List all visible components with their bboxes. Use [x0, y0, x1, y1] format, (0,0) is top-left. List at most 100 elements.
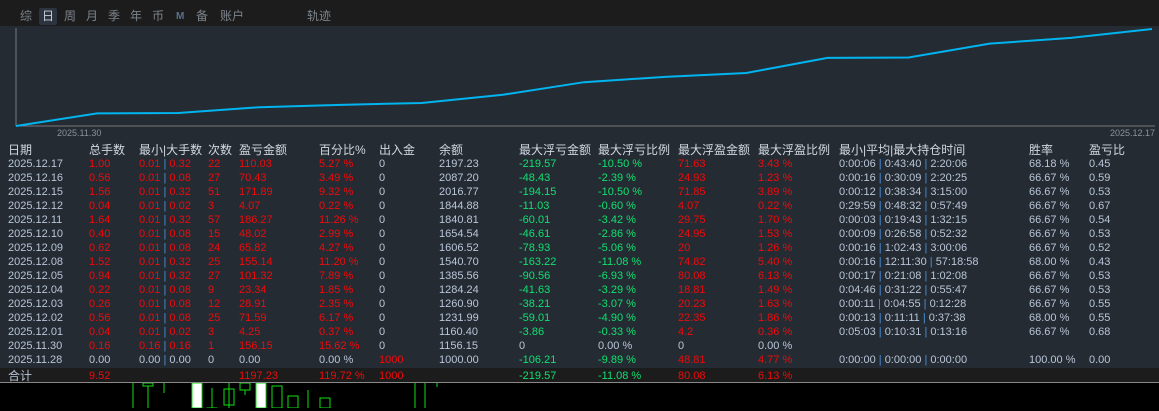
table-cell: 5.27 % [319, 158, 354, 170]
table-cell: 0.01 | 0.32 [139, 269, 191, 283]
column-header: 总手数 [89, 143, 126, 157]
table-cell: 0.01 | 0.08 [139, 241, 191, 255]
candles [132, 382, 438, 411]
table-cell: 4.25 [239, 326, 261, 338]
table-cell: 27 [208, 270, 221, 282]
value-part: 0.08 [169, 284, 191, 296]
table-cell: 156.15 [239, 340, 273, 352]
table-cell: 0.01 | 0.02 [139, 325, 191, 339]
table-cell: 4.27 % [319, 242, 354, 254]
value-part: 0.02 [169, 326, 191, 338]
value-part: 0:29:59 [839, 200, 876, 212]
value-part: 0:55:47 [930, 284, 968, 296]
table-cell: 2.35 % [319, 298, 354, 310]
tab-8[interactable]: 备 [193, 8, 211, 25]
tab-4[interactable]: 季 [105, 8, 123, 25]
table-cell: 48.81 [678, 354, 706, 366]
table-cell: 22 [208, 158, 221, 170]
table-cell: 71.85 [678, 186, 706, 198]
table-cell: 1.56 [89, 186, 111, 198]
table-cell: 0.37 % [319, 326, 354, 338]
table-cell: 2025.12.08 [8, 256, 64, 268]
value-part: 0:37:38 [928, 312, 966, 324]
table-cell: -41.63 [519, 284, 551, 296]
table-cell: -106.21 [519, 354, 557, 366]
table-cell: 0.01 | 0.08 [139, 171, 191, 185]
tab-3[interactable]: 月 [83, 8, 101, 25]
table-cell: 80.08 [678, 270, 706, 282]
table-cell: 66.67 % [1029, 172, 1070, 184]
table-cell: 2025.12.09 [8, 242, 64, 254]
table-cell: 2025.12.05 [8, 270, 64, 282]
total-cell: 1197.23 [239, 370, 278, 382]
table-cell: 0.55 [1089, 312, 1111, 324]
table-cell: 3.89 % [758, 186, 793, 198]
table-cell: 0:00:16 | 0:30:09 | 2:20:25 [839, 171, 967, 185]
table-cell: 1156.15 [439, 340, 478, 352]
value-part: 1:32:15 [930, 214, 968, 226]
table-cell: 1.64 [89, 214, 111, 226]
tab-10[interactable]: 轨迹 [304, 8, 334, 25]
value-part: 0:04:55 [883, 298, 921, 310]
table-cell: 2025.12.15 [8, 186, 64, 198]
table-cell: 0:04:46 | 0:31:22 | 0:55:47 [839, 283, 967, 297]
table-cell: 66.67 % [1029, 242, 1070, 254]
tab-7[interactable]: M [173, 8, 187, 25]
table-cell: 2087.20 [439, 172, 479, 184]
value-part: 0.08 [169, 228, 191, 240]
table-cell: 9.32 % [319, 186, 354, 198]
tab-9[interactable]: 账户 [217, 8, 247, 25]
table-cell: 0 [379, 214, 386, 226]
tab-1[interactable]: 日 [39, 8, 58, 25]
table-cell: 0:00:16 | 1:02:43 | 3:00:06 [839, 241, 967, 255]
table-cell: -11.08 % [598, 256, 642, 268]
table-cell: -10.50 % [598, 158, 643, 170]
table-cell: 66.67 % [1029, 214, 1070, 226]
tab-6[interactable]: 币 [149, 8, 167, 25]
table-cell: 68.00 % [1029, 312, 1070, 324]
table-cell: 0.68 [1089, 326, 1111, 338]
table-cell: 74.82 [678, 256, 706, 268]
value-part: 0:21:08 [884, 270, 922, 282]
tab-2[interactable]: 周 [61, 8, 79, 25]
table-cell: 0 [678, 340, 685, 352]
value-part: 2:20:25 [930, 172, 968, 184]
table-cell: 0:05:03 | 0:10:31 | 0:13:16 [839, 325, 967, 339]
value-part: 0.32 [169, 214, 191, 226]
total-cell: -219.57 [519, 370, 557, 382]
table-cell: 0.52 [1089, 242, 1111, 254]
column-header: 胜率 [1029, 143, 1054, 157]
value-part: 0.01 [139, 270, 161, 282]
table-cell: -38.21 [519, 298, 551, 310]
table-cell: 0:00:12 | 0:38:34 | 3:15:00 [839, 185, 967, 199]
tab-5[interactable]: 年 [127, 8, 145, 25]
table-cell: 0.36 % [758, 326, 793, 338]
table-cell: 0.00 [239, 354, 261, 366]
table-cell: 0.01 | 0.32 [139, 213, 191, 227]
value-part: 0.01 [139, 312, 161, 324]
table-cell: 12 [208, 298, 221, 310]
table-cell: 3 [208, 200, 215, 212]
separator: | [875, 214, 885, 226]
tab-0[interactable]: 综 [17, 8, 35, 25]
table-cell: 0:00:03 | 0:19:43 | 1:32:15 [839, 213, 967, 227]
table-cell: 0.00 [1089, 354, 1111, 366]
table-cell: -2.39 % [598, 172, 636, 184]
table-cell: 0 [379, 326, 386, 338]
table-cell: 0.40 [89, 228, 111, 240]
table-cell: 1260.90 [439, 298, 479, 310]
value-part: 0:00:13 [839, 312, 876, 324]
balance-chart: 2025.11.30 2025.12.17 [0, 26, 1159, 140]
table-cell: 0.53 [1089, 186, 1111, 198]
table-cell: 0.53 [1089, 228, 1111, 240]
table-cell: 110.03 [239, 158, 272, 170]
table-cell: -3.86 [519, 326, 545, 338]
table-cell: 3.43 % [758, 158, 793, 170]
value-part: 0.08 [169, 242, 191, 254]
table-cell: 6.17 % [319, 312, 354, 324]
table-cell: 25 [208, 312, 221, 324]
table-cell: -59.01 [519, 312, 551, 324]
table-cell: -194.15 [519, 186, 557, 198]
column-header: 最大浮亏比例 [598, 143, 671, 157]
value-part: 0:00:16 [839, 172, 876, 184]
